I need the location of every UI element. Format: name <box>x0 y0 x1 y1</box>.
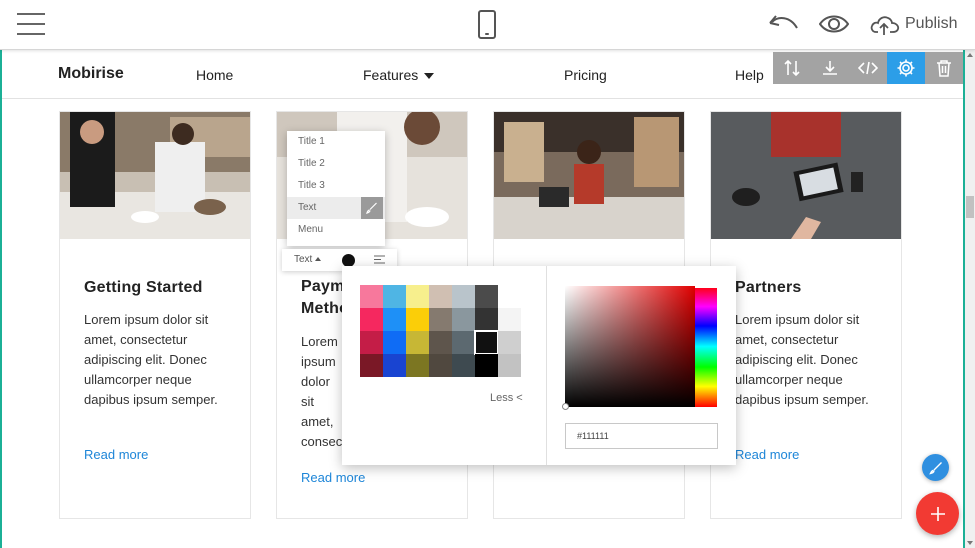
nav-link-help[interactable]: Help <box>735 67 764 83</box>
card-image-shop <box>494 112 684 239</box>
scroll-up-arrow-icon[interactable] <box>967 53 973 57</box>
editor-toolbar: Publish <box>0 0 975 50</box>
brush-icon <box>928 461 942 475</box>
style-option-title-2[interactable]: Title 2 <box>287 153 385 175</box>
color-swatch[interactable] <box>429 354 452 377</box>
mobile-preview-icon[interactable] <box>478 10 496 39</box>
color-swatch[interactable] <box>452 354 475 377</box>
scroll-down-arrow-icon[interactable] <box>967 541 973 545</box>
style-option-text[interactable]: Text <box>287 197 385 219</box>
color-swatch[interactable] <box>406 331 429 354</box>
color-swatch[interactable] <box>475 285 498 308</box>
color-swatch[interactable] <box>474 330 499 355</box>
less-colors-link[interactable]: Less < <box>490 392 523 404</box>
picker-divider <box>546 266 547 465</box>
theme-brush-button[interactable] <box>922 454 949 481</box>
read-more-link[interactable]: Read more <box>84 447 148 462</box>
cloud-upload-icon[interactable] <box>870 13 900 37</box>
code-icon[interactable] <box>849 52 887 84</box>
plus-icon <box>930 506 945 521</box>
color-swatch[interactable] <box>498 354 521 377</box>
brush-icon[interactable] <box>361 197 383 219</box>
read-more-link[interactable]: Read more <box>735 447 799 462</box>
download-icon[interactable] <box>811 52 849 84</box>
feature-card: Getting Started Lorem ipsum dolor sit am… <box>59 111 251 519</box>
color-swatch[interactable] <box>383 331 406 354</box>
color-swatch[interactable] <box>498 331 521 354</box>
hue-slider[interactable] <box>695 286 717 407</box>
saturation-handle[interactable] <box>562 403 569 410</box>
card-text: Lorem ipsum dolor sit amet, consectetur … <box>735 312 869 407</box>
preview-eye-icon[interactable] <box>819 14 849 34</box>
nav-link-features[interactable]: Features <box>363 67 435 83</box>
style-option-title-1[interactable]: Title 1 <box>287 131 385 153</box>
site-brand[interactable]: Mobirise <box>58 65 124 83</box>
page-scrollbar[interactable] <box>965 50 975 548</box>
publish-button[interactable]: Publish <box>905 15 957 33</box>
color-swatch[interactable] <box>498 308 521 331</box>
card-image-partners <box>711 112 901 239</box>
color-swatch[interactable] <box>498 285 521 308</box>
color-swatch[interactable] <box>429 285 452 308</box>
nav-link-pricing[interactable]: Pricing <box>564 67 607 83</box>
card-text: Lorem ipsum dolor sit amet, consectetur … <box>84 312 218 407</box>
menu-icon[interactable] <box>17 13 45 35</box>
sort-icon[interactable] <box>773 52 811 84</box>
style-option-title-3[interactable]: Title 3 <box>287 175 385 197</box>
color-swatch[interactable] <box>429 308 452 331</box>
color-swatch[interactable] <box>383 285 406 308</box>
card-image-cafe <box>60 112 250 239</box>
caret-up-icon <box>315 257 322 262</box>
align-left-icon[interactable] <box>374 255 385 264</box>
chevron-down-icon <box>424 73 435 80</box>
text-style-menu: Title 1 Title 2 Title 3 Text Menu <box>287 131 385 246</box>
gear-icon[interactable] <box>887 52 925 84</box>
add-block-button[interactable] <box>916 492 959 535</box>
card-title: Getting Started <box>84 279 203 296</box>
style-selector[interactable]: Text <box>294 254 322 265</box>
color-swatch[interactable] <box>406 308 429 331</box>
hex-color-input[interactable] <box>565 423 718 449</box>
feature-card: Partners Lorem ipsum dolor sit amet, con… <box>710 111 902 519</box>
color-swatch[interactable] <box>475 354 498 377</box>
hue-handle[interactable] <box>695 286 717 288</box>
color-swatch[interactable] <box>383 308 406 331</box>
color-swatch[interactable] <box>383 354 406 377</box>
color-swatch[interactable] <box>475 308 498 331</box>
scroll-thumb[interactable] <box>966 196 974 218</box>
undo-icon[interactable] <box>768 14 800 34</box>
color-swatch[interactable] <box>360 285 383 308</box>
style-option-text-label: Text <box>298 202 317 213</box>
nav-link-home[interactable]: Home <box>196 67 233 83</box>
color-swatch[interactable] <box>452 285 475 308</box>
style-option-menu[interactable]: Menu <box>287 219 385 241</box>
color-swatch[interactable] <box>452 331 475 354</box>
mobirise-editor: Publish Mobirise Home Features Pricing H… <box>0 0 975 548</box>
color-swatch[interactable] <box>360 331 383 354</box>
color-swatch[interactable] <box>406 285 429 308</box>
color-swatch[interactable] <box>360 354 383 377</box>
color-swatch[interactable] <box>452 308 475 331</box>
nav-link-features-label: Features <box>363 67 419 83</box>
color-swatch[interactable] <box>360 308 383 331</box>
card-title: Partners <box>735 279 802 296</box>
trash-icon[interactable] <box>925 52 963 84</box>
block-toolbar <box>773 52 963 84</box>
color-picker-panel: Less < <box>342 266 736 465</box>
read-more-link[interactable]: Read more <box>301 470 365 485</box>
color-swatch[interactable] <box>406 354 429 377</box>
card-text: Lorem ipsum dolor sit amet, consectetur … <box>301 334 345 449</box>
saturation-value-area[interactable] <box>562 286 695 410</box>
color-swatch[interactable] <box>429 331 452 354</box>
style-selector-label: Text <box>294 254 313 265</box>
